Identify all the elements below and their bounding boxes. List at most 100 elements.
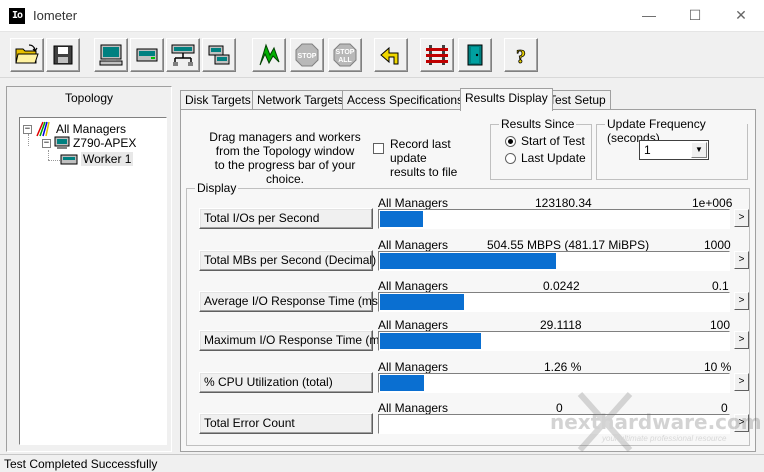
open-config-button[interactable]	[10, 38, 44, 72]
progress-fill	[380, 294, 464, 310]
update-frequency-value: 1	[644, 143, 651, 157]
expand-button[interactable]: >	[734, 373, 749, 391]
chevron-down-icon[interactable]: ▼	[691, 142, 707, 158]
stop-all-sign-icon: STOP ALL	[333, 43, 357, 67]
topology-title: Topology	[64, 91, 114, 105]
tree-label-worker: Worker 1	[81, 152, 134, 166]
update-frequency-select[interactable]: 1 ▼	[639, 140, 709, 160]
metric-button-total-ios[interactable]: Total I/Os per Second	[199, 208, 373, 229]
disk-worker-icon	[136, 48, 158, 62]
help-question-icon: ?	[516, 46, 527, 68]
metric-button-max-response[interactable]: Maximum I/O Response Time (ms)	[199, 330, 389, 351]
open-folder-icon	[15, 44, 39, 64]
collapse-toggle[interactable]: −	[23, 124, 32, 134]
stop-sign-icon: STOP	[295, 43, 319, 67]
title-bar: Io Iometer — ☐ ✕	[0, 0, 764, 32]
row-label: All Managers	[378, 360, 449, 374]
svg-text:?: ?	[516, 46, 526, 68]
expand-button[interactable]: >	[734, 251, 749, 269]
tab-results-display[interactable]: Results Display	[460, 88, 553, 111]
start-tests-button[interactable]	[252, 38, 286, 72]
metric-button-avg-response[interactable]: Average I/O Response Time (ms)	[199, 291, 382, 312]
tree-connector	[48, 150, 49, 160]
display-title: Display	[195, 181, 239, 195]
radio-last-update[interactable]	[505, 153, 516, 164]
progress-fill	[380, 211, 423, 227]
row-max: 0	[721, 401, 728, 415]
expand-button[interactable]: >	[734, 331, 749, 349]
metric-button-error-count[interactable]: Total Error Count	[199, 413, 373, 434]
progress-fill	[380, 333, 481, 349]
green-flag-icon	[259, 43, 280, 66]
toolbar: STOP STOP ALL ?	[0, 32, 764, 78]
expand-button[interactable]: >	[734, 292, 749, 310]
row-label: All Managers	[378, 318, 449, 332]
row-max: 1000	[704, 238, 731, 252]
save-config-button[interactable]	[46, 38, 80, 72]
row-max: 10 %	[704, 360, 732, 374]
minimize-button[interactable]: —	[626, 0, 672, 32]
metric-button-cpu-utilization[interactable]: % CPU Utilization (total)	[199, 372, 373, 393]
topology-tree[interactable]: − All Managers − Z790-APEX Worker 1	[19, 117, 167, 445]
about-button[interactable]: ?	[504, 38, 538, 72]
record-results-checkbox[interactable]	[373, 143, 384, 154]
exit-door-icon	[467, 44, 483, 66]
show-results-button[interactable]	[94, 38, 128, 72]
progress-bar-total-ios[interactable]	[378, 209, 730, 229]
progress-bar-cpu-utilization[interactable]	[378, 373, 730, 393]
row-value: 29.1118	[540, 318, 582, 332]
reset-workers-button[interactable]	[374, 38, 408, 72]
tab-network-targets[interactable]: Network Targets	[252, 90, 349, 110]
tab-disk-targets[interactable]: Disk Targets	[180, 90, 256, 110]
duplicate-worker-button[interactable]	[202, 38, 236, 72]
progress-bar-error-count[interactable]	[378, 414, 730, 434]
radio-start-of-test[interactable]	[505, 136, 516, 147]
tree-label-all-managers: All Managers	[56, 122, 127, 136]
metric-button-total-mbs[interactable]: Total MBs per Second (Decimal)	[199, 250, 376, 271]
return-arrow-icon	[380, 46, 399, 65]
exit-button[interactable]	[458, 38, 492, 72]
row-max: 100	[710, 318, 731, 332]
tree-item-manager[interactable]: − Z790-APEX	[42, 136, 136, 150]
row-label: All Managers	[378, 401, 449, 415]
row-max: 1e+006	[692, 196, 733, 210]
collapse-toggle[interactable]: −	[42, 138, 51, 148]
tree-label-manager: Z790-APEX	[73, 136, 137, 150]
floppy-disk-icon	[53, 45, 73, 65]
status-text: Test Completed Successfully	[4, 457, 158, 471]
tree-connector	[28, 134, 29, 146]
row-max: 0.1	[712, 279, 729, 293]
drag-instructions: Drag managers and workers from the Topol…	[209, 130, 361, 186]
manager-list-button[interactable]	[420, 38, 454, 72]
progress-fill	[380, 253, 556, 269]
cable-list-icon	[426, 45, 448, 65]
manager-computer-icon	[54, 136, 70, 149]
svg-text:STOP: STOP	[336, 49, 355, 56]
tree-connector	[48, 160, 60, 161]
svg-text:STOP: STOP	[298, 53, 317, 60]
network-worker-icon	[171, 44, 195, 66]
iometer-app-icon: Io	[9, 8, 25, 24]
start-network-worker-button[interactable]	[166, 38, 200, 72]
row-value: 1.26 %	[544, 360, 582, 374]
expand-button[interactable]: >	[734, 414, 749, 432]
progress-bar-max-response[interactable]	[378, 331, 730, 351]
stop-button[interactable]: STOP	[290, 38, 324, 72]
stop-all-button[interactable]: STOP ALL	[328, 38, 362, 72]
tree-item-worker[interactable]: Worker 1	[60, 152, 134, 166]
progress-bar-avg-response[interactable]	[378, 292, 730, 312]
close-button[interactable]: ✕	[718, 0, 764, 32]
topology-panel: Topology − All Managers − Z790-APEX Work…	[6, 86, 172, 452]
maximize-button[interactable]: ☐	[672, 0, 718, 32]
tab-test-setup[interactable]: Test Setup	[544, 90, 611, 110]
progress-bar-total-mbs[interactable]	[378, 251, 730, 271]
expand-button[interactable]: >	[734, 209, 749, 227]
row-label: All Managers	[378, 238, 449, 252]
row-value: 0	[556, 401, 563, 415]
progress-fill	[380, 375, 424, 391]
radio-last-update-label: Last Update	[521, 151, 586, 165]
tab-access-specifications[interactable]: Access Specifications	[342, 90, 469, 110]
row-value: 123180.34	[535, 196, 592, 210]
start-new-manager-button[interactable]	[130, 38, 164, 72]
radio-start-of-test-label: Start of Test	[521, 134, 585, 148]
